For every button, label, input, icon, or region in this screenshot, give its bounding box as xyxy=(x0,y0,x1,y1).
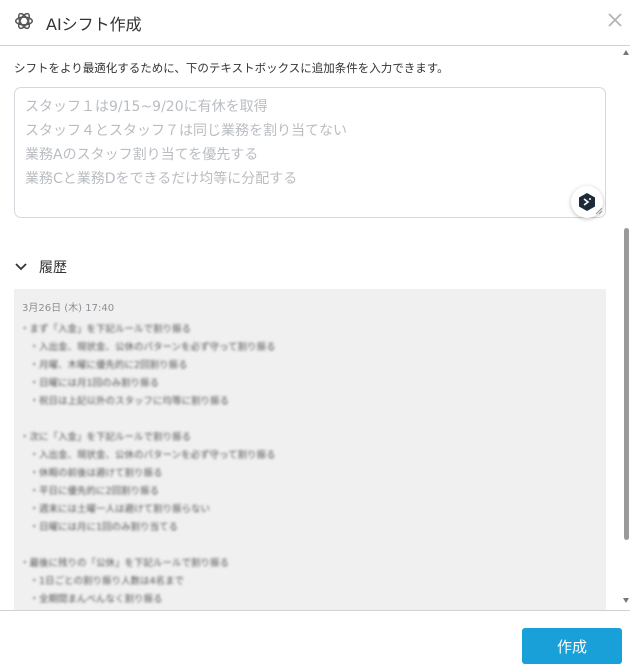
placeholder-line: 業務Aのスタッフ割り当てを優先する xyxy=(25,147,259,163)
description-text: シフトをより最適化するために、下のテキストボックスに追加条件を入力できます。 xyxy=(14,61,449,75)
placeholder-line: 業務Cと業務Dをできるだけ均等に分配する xyxy=(25,171,298,187)
dialog-footer: 作成 xyxy=(0,610,630,668)
openai-logo-icon xyxy=(15,12,33,30)
ai-sparkle-icon xyxy=(579,193,595,211)
history-line: ・入出金、現状金、公休のパターンを必ず守って割り振る xyxy=(20,450,276,461)
history-line: ・次に「入金」を下記ルールで割り振る xyxy=(20,432,192,443)
close-icon[interactable] xyxy=(605,10,625,30)
scroll-down-arrow-icon[interactable] xyxy=(623,598,629,603)
history-line: ・祝日は上記以外のスタッフに均等に割り振る xyxy=(20,396,230,407)
history-panel: 3月26日 (木) 17:40 ・まず「入金」を下記ルールで割り振る ・入出金、… xyxy=(14,289,606,610)
placeholder-line: スタッフ１は9/15~9/20に有休を取得 xyxy=(25,99,268,115)
history-line: ・月曜、木曜に優先的に2回割り振る xyxy=(20,360,188,371)
scrollbar-thumb[interactable] xyxy=(624,228,629,540)
history-line: ・日曜には月1回のみ割り振る xyxy=(20,378,160,389)
history-line: ・最後に残りの「公休」を下記ルールで割り振る xyxy=(20,558,230,569)
resize-handle-icon[interactable] xyxy=(595,207,603,215)
dialog-title: AIシフト作成 xyxy=(46,15,142,34)
scroll-up-arrow-icon[interactable] xyxy=(623,50,629,55)
history-timestamp: 3月26日 (木) 17:40 xyxy=(22,303,115,314)
chevron-down-icon xyxy=(15,263,27,271)
history-line: ・入出金、現状金、公休のパターンを必ず守って割り振る xyxy=(20,342,276,353)
history-line: ・1日ごとの割り振り人数は4名まで xyxy=(20,576,185,587)
dialog-body: シフトをより最適化するために、下のテキストボックスに追加条件を入力できます。 ス… xyxy=(0,47,622,610)
history-line: ・休暇の前後は避けて割り振る xyxy=(20,468,163,479)
history-line: ・週末には土曜一人は避けて割り振らない xyxy=(20,504,211,515)
history-line: ・平日に優先的に2回割り振る xyxy=(20,486,160,497)
create-button[interactable]: 作成 xyxy=(522,628,622,664)
history-label: 履歴 xyxy=(39,260,67,276)
history-line: ・全期間まんべんなく割り振る xyxy=(20,594,163,605)
placeholder-line: スタッフ４とスタッフ７は同じ業務を割り当てない xyxy=(25,123,347,139)
history-line: ・日曜には月に1回のみ割り当てる xyxy=(20,522,179,533)
conditions-textarea[interactable]: スタッフ１は9/15~9/20に有休を取得 スタッフ４とスタッフ７は同じ業務を割… xyxy=(14,87,606,218)
dialog-header: AIシフト作成 xyxy=(0,0,630,46)
history-line: ・まず「入金」を下記ルールで割り振る xyxy=(20,324,192,335)
history-toggle[interactable]: 履歴 xyxy=(14,257,134,277)
